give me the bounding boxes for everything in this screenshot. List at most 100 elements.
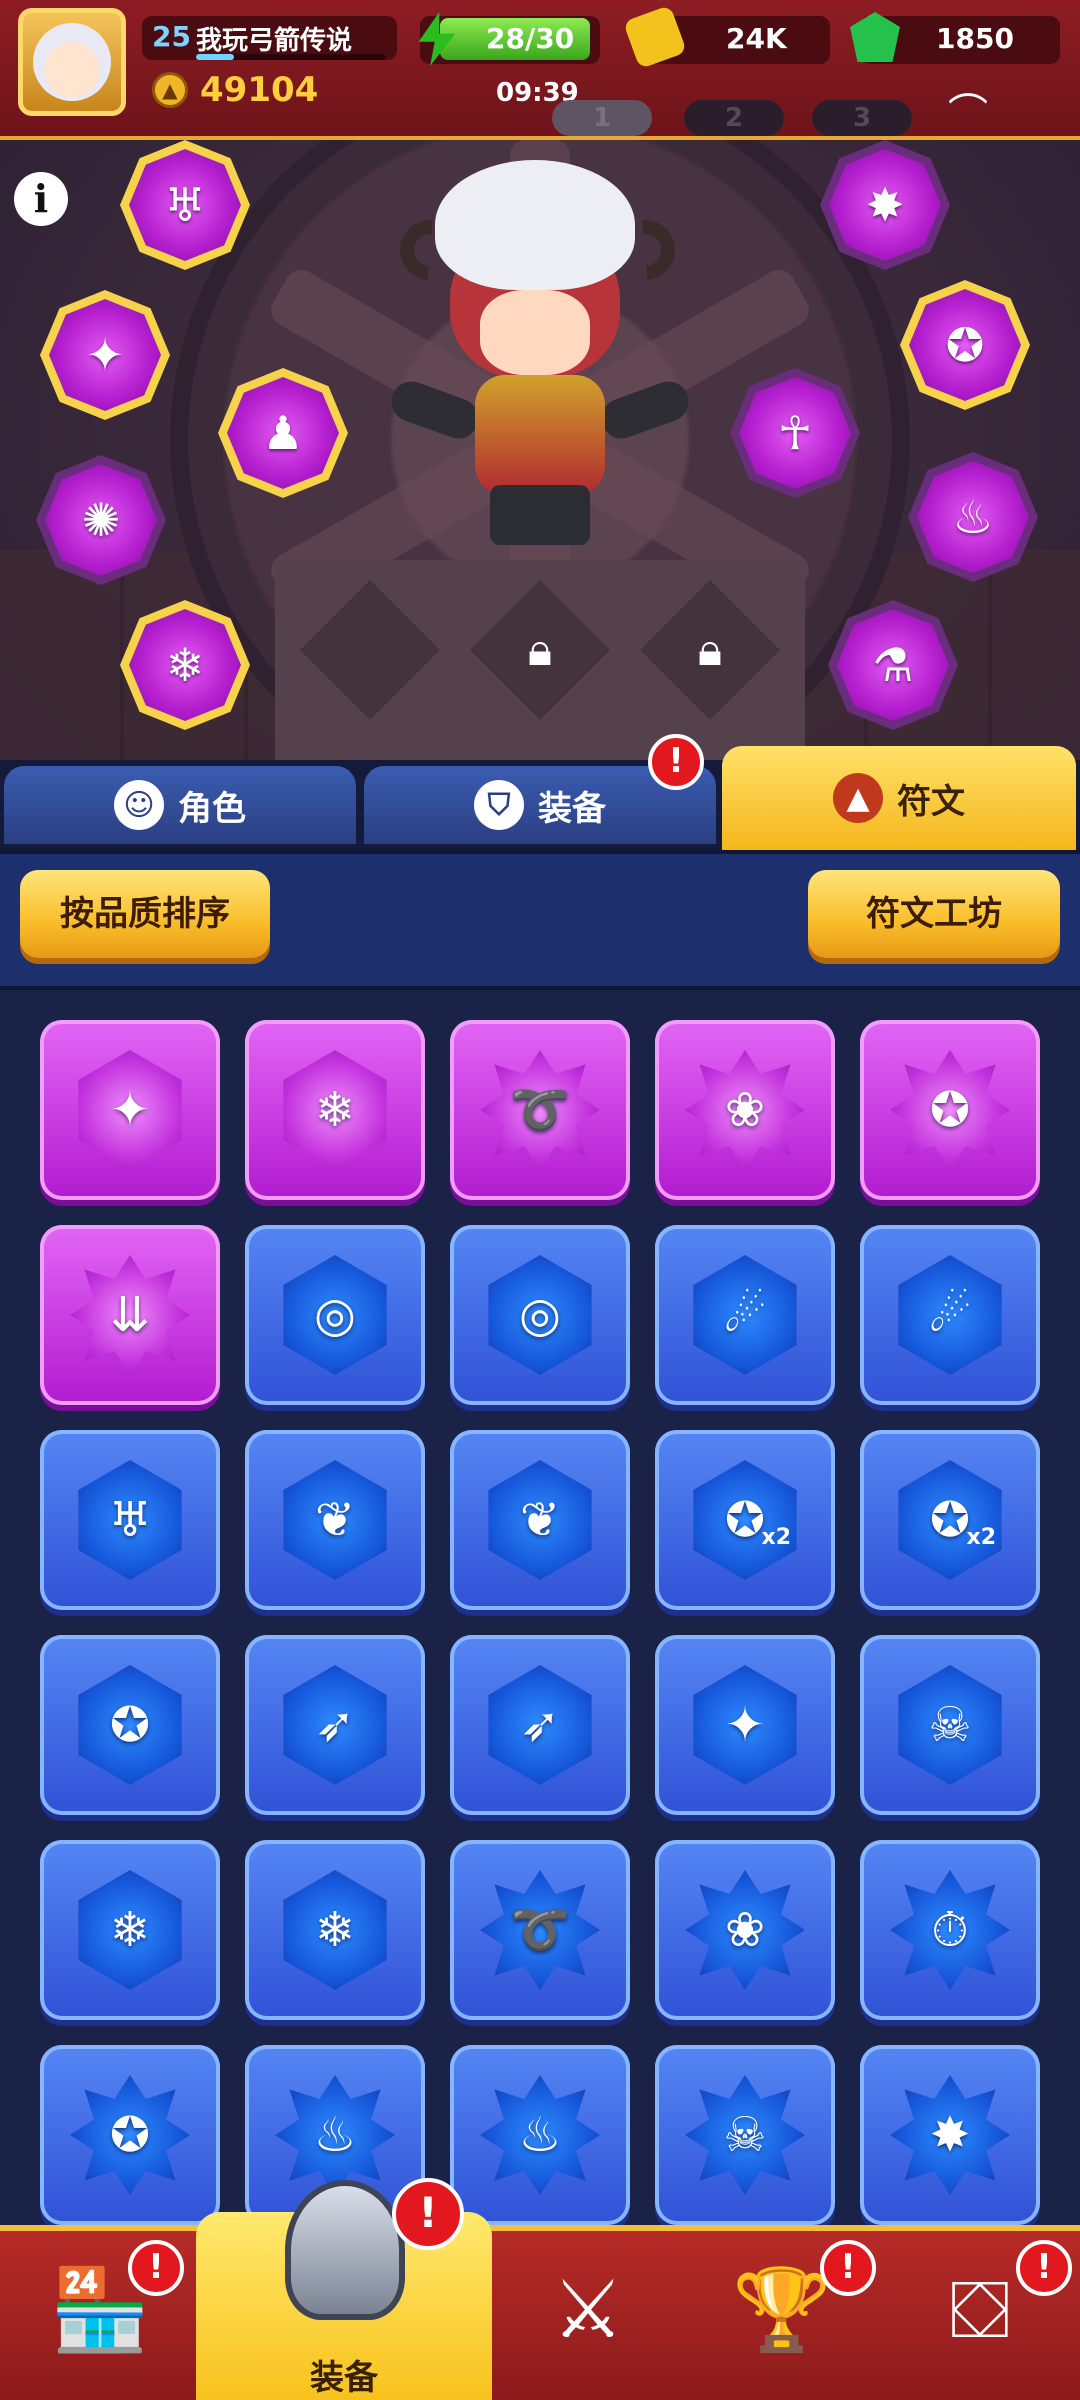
equipped-rune-slot[interactable]: ❄ bbox=[120, 600, 250, 730]
hero-arm bbox=[595, 375, 695, 445]
bow-rune-icon: ➶ bbox=[519, 1697, 561, 1753]
rune-card[interactable]: ◎ bbox=[245, 1225, 425, 1405]
tab-character[interactable]: ☺ 角色 bbox=[4, 766, 356, 844]
rune-card[interactable]: ✪ bbox=[860, 1020, 1040, 1200]
rune-card[interactable]: ☄ bbox=[655, 1225, 835, 1405]
rune-card[interactable]: ❦ bbox=[450, 1430, 630, 1610]
rune-card[interactable]: ☄ bbox=[860, 1225, 1040, 1405]
page-tab-1[interactable]: 1 bbox=[552, 100, 652, 136]
rune-emblem: ⏱ bbox=[890, 1870, 1010, 1990]
tab-runes-label: 符文 bbox=[897, 781, 965, 822]
rune-card[interactable]: ✪ x2 bbox=[655, 1430, 835, 1610]
equipment-icon: ⛉ bbox=[474, 780, 524, 830]
rune-emblem: ❄ bbox=[283, 1870, 387, 1990]
rune-workshop-button[interactable]: 符文工坊 bbox=[808, 870, 1060, 958]
rune-card[interactable]: ✦ bbox=[40, 1020, 220, 1200]
rune-card[interactable]: ✸ bbox=[860, 2045, 1040, 2225]
swirl-rune-icon: ➰ bbox=[510, 1082, 570, 1138]
rune-card[interactable]: ✪ x2 bbox=[860, 1430, 1040, 1610]
rune-emblem: ☠ bbox=[898, 1665, 1002, 1785]
page-tab-2[interactable]: 2 bbox=[684, 100, 784, 136]
rune-card[interactable]: ❦ bbox=[245, 1430, 425, 1610]
claw-ring-rune-icon: ✺ bbox=[81, 493, 121, 547]
bottom-nav-battle[interactable]: ⚔ bbox=[508, 2240, 668, 2380]
rune-card[interactable]: ✦ bbox=[655, 1635, 835, 1815]
rune-inventory-grid: ✦ ❄ ➰ ❀ ✪ ⇊ ◎ ◎ ☄ ☄ ♅ ❦ ❦ ✪ x2 ✪ x2 ✪ ➶ ➶ ✦ ☠ ❄ ❄ ➰ ❀ ⏱ ✪ ♨ ♨ ☠ ✸ bbox=[0, 990, 1080, 2225]
bottom-nav-equipment-label: 装备 bbox=[310, 2358, 378, 2398]
claw-shield-rune-icon: ✦ bbox=[724, 1697, 766, 1753]
hero-character[interactable] bbox=[380, 160, 700, 560]
rune-emblem: ❦ bbox=[488, 1460, 592, 1580]
rune-card[interactable]: ❀ bbox=[655, 1020, 835, 1200]
puzzle-board-icon: ⛋ bbox=[949, 2263, 1011, 2356]
equipped-rune-slot[interactable]: ✪ bbox=[900, 280, 1030, 410]
equipped-rune-slot[interactable]: ⚗ bbox=[828, 600, 958, 730]
lock-icon: 🔒︎ bbox=[697, 622, 723, 676]
power-value: 49104 bbox=[200, 70, 319, 110]
rune-emblem: ☄ bbox=[693, 1255, 797, 1375]
rune-card[interactable]: ❄ bbox=[245, 1020, 425, 1200]
rune-emblem: ✪ x2 bbox=[693, 1460, 797, 1580]
rune-emblem: ♨ bbox=[275, 2075, 395, 2195]
rune-card[interactable]: ⏱ bbox=[860, 1840, 1040, 2020]
rune-card[interactable]: ➶ bbox=[245, 1635, 425, 1815]
orbit-rune-icon: ☄ bbox=[928, 1287, 972, 1343]
xp-bar bbox=[196, 54, 386, 60]
rune-emblem: ◎ bbox=[488, 1255, 592, 1375]
equipped-rune-slot[interactable]: ♨ bbox=[908, 452, 1038, 582]
rune-card[interactable]: ◎ bbox=[450, 1225, 630, 1405]
rune-card[interactable]: ❀ bbox=[655, 1840, 835, 2020]
blob-rune-icon: ✪ bbox=[929, 1082, 971, 1138]
downward-arrows-rune-icon: ⇊ bbox=[109, 1287, 151, 1343]
character-icon: ☺ bbox=[114, 780, 164, 830]
rune-card[interactable]: ♨ bbox=[450, 2045, 630, 2225]
double-blob-rune-icon: ✪ bbox=[929, 1492, 971, 1548]
rune-card[interactable]: ☠ bbox=[655, 2045, 835, 2225]
equipped-rune-slot[interactable]: ✺ bbox=[36, 455, 166, 585]
potion-rune-icon: ⚗ bbox=[872, 638, 914, 692]
feather-rune-icon: ❦ bbox=[519, 1492, 561, 1548]
rune-emblem: ◎ bbox=[283, 1255, 387, 1375]
tab-character-label: 角色 bbox=[178, 788, 246, 829]
page-tab-3[interactable]: 3 bbox=[812, 100, 912, 136]
equipped-rune-slot[interactable]: ✦ bbox=[40, 290, 170, 420]
player-avatar[interactable] bbox=[18, 8, 126, 116]
skull-fire-rune-icon: ☠ bbox=[723, 2107, 767, 2163]
info-icon[interactable]: i bbox=[14, 172, 68, 226]
ice-arrow-rune-icon: ❄ bbox=[314, 1902, 356, 1958]
equipped-rune-slot[interactable]: ☥ bbox=[730, 368, 860, 498]
rune-card[interactable]: ➰ bbox=[450, 1020, 630, 1200]
rune-card[interactable]: ➶ bbox=[450, 1635, 630, 1815]
rune-card[interactable]: ⇊ bbox=[40, 1225, 220, 1405]
equipped-rune-slot[interactable]: ✸ bbox=[820, 140, 950, 270]
sort-by-quality-button[interactable]: 按品质排序 bbox=[20, 870, 270, 958]
flame-ring-rune-icon: ♨ bbox=[313, 2107, 357, 2163]
rune-emblem: ☄ bbox=[898, 1255, 1002, 1375]
equipped-rune-slot[interactable]: ♅ bbox=[120, 140, 250, 270]
double-blob-rune-icon: ✪ bbox=[724, 1492, 766, 1548]
hero-armor bbox=[475, 375, 605, 495]
rune-emblem: ❀ bbox=[685, 1050, 805, 1170]
rune-emblem: ✪ bbox=[78, 1665, 182, 1785]
rune-card[interactable]: ✪ bbox=[40, 2045, 220, 2225]
equipment-alert-badge: ! bbox=[648, 734, 704, 790]
rune-emblem: ❄ bbox=[78, 1870, 182, 1990]
rune-card[interactable]: ❄ bbox=[245, 1840, 425, 2020]
clock-rune-icon: ⏱ bbox=[931, 1902, 969, 1958]
rune-card[interactable]: ✪ bbox=[40, 1635, 220, 1815]
equipment-nav-alert-badge: ! bbox=[392, 2178, 464, 2250]
hanger-icon[interactable]: ⌒ bbox=[948, 94, 1004, 134]
rune-card[interactable]: ❄ bbox=[40, 1840, 220, 2020]
gem-value: 1850 bbox=[936, 22, 1014, 55]
tab-runes[interactable]: ▲ 符文 bbox=[722, 746, 1076, 850]
xp-bar-fill bbox=[196, 54, 234, 60]
shop-alert-badge: ! bbox=[128, 2240, 184, 2296]
rune-emblem: ♨ bbox=[480, 2075, 600, 2195]
claw-shield-rune-icon: ✦ bbox=[85, 328, 125, 382]
rune-card[interactable]: ☠ bbox=[860, 1635, 1040, 1815]
power-icon: ▲ bbox=[152, 72, 188, 108]
rune-card[interactable]: ➰ bbox=[450, 1840, 630, 2020]
equipped-rune-slot[interactable]: ♟ bbox=[218, 368, 348, 498]
rune-card[interactable]: ♅ bbox=[40, 1430, 220, 1610]
skull-fire-rune-icon: ☠ bbox=[928, 1697, 972, 1753]
